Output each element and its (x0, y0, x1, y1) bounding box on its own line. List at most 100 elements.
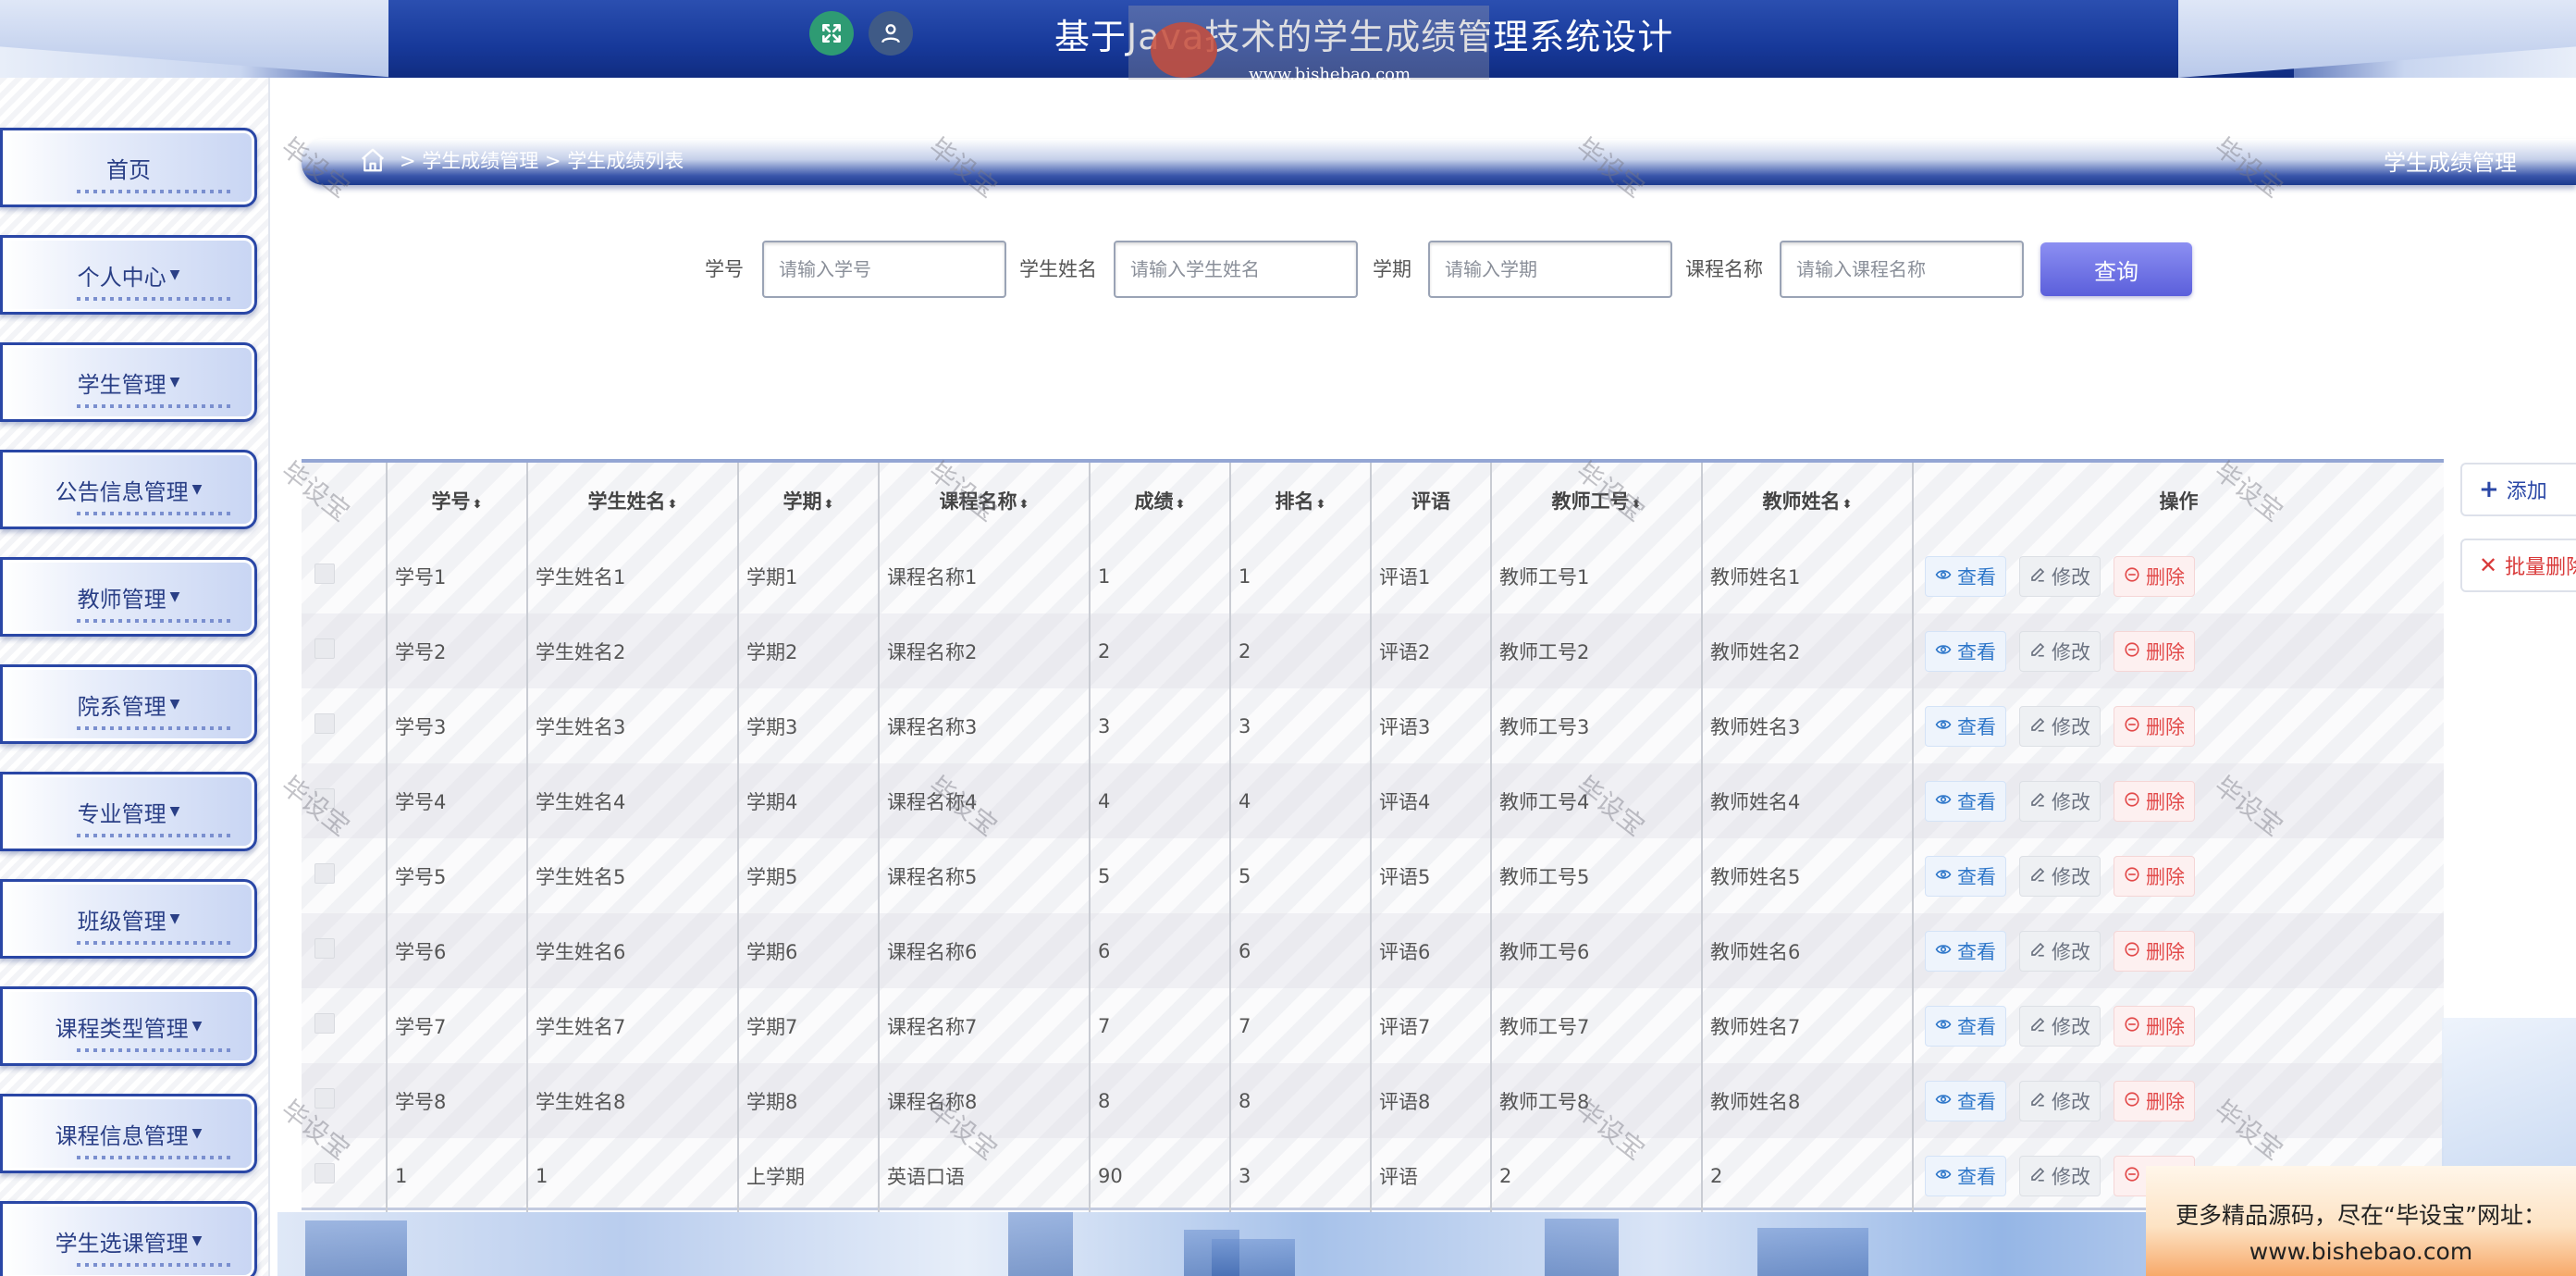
sort-icon[interactable]: ⬍ (1632, 498, 1642, 512)
sort-icon[interactable]: ⬍ (1019, 498, 1029, 512)
table-cell: 学号5 (386, 838, 527, 913)
table-cell: 6 (1229, 913, 1371, 988)
sidebar-item[interactable]: 课程信息管理 ▼ (0, 1094, 257, 1173)
sidebar-item[interactable]: 教师管理 ▼ (0, 557, 257, 637)
delete-button[interactable]: 删除 (2114, 780, 2195, 822)
sidebar-item[interactable]: 学生选课管理 ▼ (0, 1201, 257, 1276)
search-input-course-name[interactable] (1780, 241, 2024, 298)
row-checkbox[interactable] (314, 564, 335, 584)
edit-button[interactable]: 修改 (2019, 1155, 2101, 1196)
sidebar-item-dots (77, 190, 230, 193)
table-cell: 1 (1089, 539, 1230, 613)
sidebar-item[interactable]: 首页 (0, 128, 257, 207)
home-icon[interactable] (359, 146, 387, 178)
column-header[interactable]: 成绩 ⬍ (1089, 463, 1230, 539)
row-checkbox[interactable] (314, 938, 335, 959)
table-cell: 评语1 (1370, 539, 1491, 613)
row-checkbox[interactable] (314, 1013, 335, 1034)
sort-icon[interactable]: ⬍ (668, 498, 678, 512)
search-input-student-name[interactable] (1114, 241, 1358, 298)
fullscreen-button[interactable] (809, 11, 854, 56)
row-checkbox[interactable] (314, 788, 335, 809)
row-select-cell (302, 688, 387, 763)
sidebar-item[interactable]: 院系管理 ▼ (0, 664, 257, 744)
table-cell: 学号6 (386, 913, 527, 988)
edit-button[interactable]: 修改 (2019, 780, 2101, 822)
view-button[interactable]: 查看 (1925, 1005, 2006, 1047)
delete-button-label: 删除 (2146, 640, 2185, 663)
table-cell: 评语2 (1370, 613, 1491, 688)
column-header[interactable]: 学期 ⬍ (737, 463, 879, 539)
delete-button[interactable]: 删除 (2114, 1080, 2195, 1121)
row-checkbox[interactable] (314, 1088, 335, 1109)
table-cell: 教师姓名1 (1701, 539, 1913, 613)
delete-button[interactable]: 删除 (2114, 555, 2195, 597)
edit-button[interactable]: 修改 (2019, 930, 2101, 972)
delete-button[interactable]: 删除 (2114, 630, 2195, 672)
edit-button[interactable]: 修改 (2019, 705, 2101, 747)
edit-button[interactable]: 修改 (2019, 630, 2101, 672)
delete-button[interactable]: 删除 (2114, 705, 2195, 747)
table-cell: 教师工号5 (1490, 838, 1702, 913)
sidebar-item[interactable]: 专业管理 ▼ (0, 772, 257, 851)
table-cell: 课程名称1 (878, 539, 1090, 613)
row-select-cell (302, 838, 387, 913)
sort-icon[interactable]: ⬍ (1176, 498, 1186, 512)
column-header[interactable]: 教师姓名 ⬍ (1701, 463, 1913, 539)
breadcrumb: > 学生成绩管理 > 学生成绩列表 学生成绩管理 (302, 139, 2576, 185)
column-header[interactable]: 学生姓名 ⬍ (526, 463, 738, 539)
sort-icon[interactable]: ⬍ (824, 498, 834, 512)
batch-delete-button[interactable]: ✕ 批量删除 (2460, 539, 2576, 592)
sidebar-item[interactable]: 学生管理 ▼ (0, 342, 257, 422)
column-header[interactable]: 教师工号 ⬍ (1490, 463, 1702, 539)
edit-button[interactable]: 修改 (2019, 1080, 2101, 1121)
view-button[interactable]: 查看 (1925, 780, 2006, 822)
table-cell: 1 (526, 1138, 738, 1213)
view-button[interactable]: 查看 (1925, 555, 2006, 597)
table-cell: 3 (1229, 1138, 1371, 1213)
row-checkbox[interactable] (314, 638, 335, 659)
column-header[interactable]: 课程名称 ⬍ (878, 463, 1090, 539)
sidebar-item[interactable]: 班级管理 ▼ (0, 879, 257, 959)
query-button[interactable]: 查询 (2040, 242, 2192, 296)
table-cell: 学生姓名1 (526, 539, 738, 613)
view-button[interactable]: 查看 (1925, 855, 2006, 897)
add-button[interactable]: + 添加 (2460, 463, 2576, 516)
view-button[interactable]: 查看 (1925, 630, 2006, 672)
sidebar-item[interactable]: 公告信息管理 ▼ (0, 450, 257, 529)
caret-down-icon: ▼ (169, 375, 180, 390)
table-cell: 教师姓名5 (1701, 838, 1913, 913)
sort-icon[interactable]: ⬍ (473, 498, 483, 512)
sidebar-item[interactable]: 个人中心 ▼ (0, 235, 257, 315)
sort-icon[interactable]: ⬍ (1316, 498, 1326, 512)
view-button[interactable]: 查看 (1925, 930, 2006, 972)
pencil-icon (2029, 790, 2046, 812)
view-button[interactable]: 查看 (1925, 1155, 2006, 1196)
sidebar-item[interactable]: 课程类型管理 ▼ (0, 986, 257, 1066)
search-input-semester[interactable] (1428, 241, 1672, 298)
delete-button[interactable]: 删除 (2114, 1005, 2195, 1047)
table-cell: 课程名称2 (878, 613, 1090, 688)
table-cell: 英语口语 (878, 1138, 1090, 1213)
user-button[interactable] (869, 11, 913, 56)
promo-text: 更多精品源码，尽在“毕设宝”网址： (2175, 1202, 2546, 1229)
delete-button[interactable]: 删除 (2114, 930, 2195, 972)
column-header[interactable]: 学号 ⬍ (386, 463, 527, 539)
edit-button[interactable]: 修改 (2019, 555, 2101, 597)
sort-icon[interactable]: ⬍ (1843, 498, 1853, 512)
row-checkbox[interactable] (314, 713, 335, 734)
delete-button[interactable]: 删除 (2114, 855, 2195, 897)
row-checkbox[interactable] (314, 1163, 335, 1183)
column-header[interactable]: 排名 ⬍ (1229, 463, 1371, 539)
row-checkbox[interactable] (314, 863, 335, 884)
edit-button[interactable]: 修改 (2019, 1005, 2101, 1047)
sidebar-item-label: 院系管理 (77, 693, 166, 720)
table-cell: 2 (1701, 1138, 1913, 1213)
page-title: 学生成绩管理 (2384, 150, 2517, 176)
search-input-student-id[interactable] (762, 241, 1006, 298)
caret-down-icon: ▼ (169, 804, 180, 819)
view-button[interactable]: 查看 (1925, 1080, 2006, 1121)
edit-button[interactable]: 修改 (2019, 855, 2101, 897)
view-button[interactable]: 查看 (1925, 705, 2006, 747)
row-actions-cell: 查看 修改 删除 (1912, 539, 2444, 613)
